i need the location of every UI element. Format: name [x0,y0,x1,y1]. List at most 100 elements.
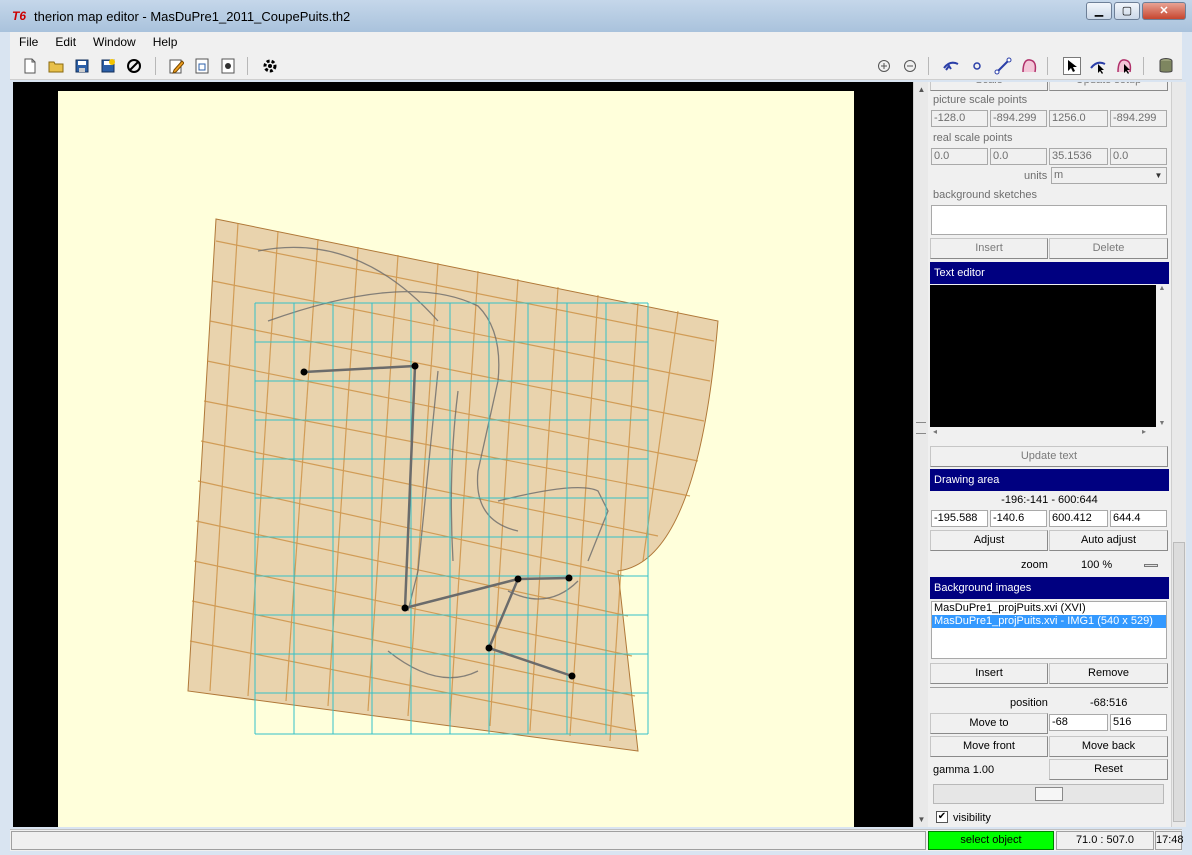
zoom-in-icon[interactable] [875,57,893,75]
therion-logo-icon: T6 [12,9,27,23]
move-to-button[interactable]: Move to [930,713,1048,734]
area-shape-icon[interactable] [1020,57,1038,75]
panel-splitter-grip-icon[interactable] [916,422,926,434]
text-editor-scrollbar[interactable]: ▲ ▼ [1156,285,1168,427]
drawing-area-x1-field[interactable]: -195.588 [931,510,988,527]
picture-scale-y2-field[interactable]: -894.299 [1110,110,1167,127]
coordinates-readout: 71.0 : 507.0 [1056,831,1154,850]
gamma-slider-thumb[interactable] [1035,787,1063,801]
select-arrow-icon[interactable] [1063,57,1081,75]
drawing-area-x2-field[interactable]: 600.412 [1049,510,1108,527]
position-value: -68:516 [1090,697,1128,709]
text-editor-header[interactable]: Text editor [930,262,1169,284]
toolbar [10,52,1182,80]
move-front-button[interactable]: Move front [930,736,1048,757]
drawing-area[interactable] [58,91,854,827]
point-icon[interactable] [968,57,986,75]
update-setup-button[interactable]: Update setup [1049,82,1168,91]
scroll-down-arrow-icon[interactable]: ▼ [1156,420,1168,427]
real-scale-x1-field[interactable]: 0.0 [931,148,988,165]
drawing-area-header[interactable]: Drawing area [930,469,1169,491]
minimize-button[interactable]: ▁ [1086,2,1112,20]
save-as-icon[interactable] [99,57,117,75]
settings-panel: Scale Update setup picture scale points … [928,82,1171,827]
visibility-label: visibility [953,812,991,824]
open-folder-icon[interactable] [47,57,65,75]
select-line-icon[interactable] [1089,57,1107,75]
settings-file-icon[interactable] [219,57,237,75]
picture-scale-y1-field[interactable]: -894.299 [990,110,1047,127]
drawing-area-y2-field[interactable]: 644.4 [1110,510,1167,527]
scale-button[interactable]: Scale [930,82,1048,91]
panel-scrollbar-thumb[interactable] [1173,542,1185,822]
insert-point-icon[interactable] [942,57,960,75]
checkmark-icon: ✔ [937,811,947,822]
menu-edit[interactable]: Edit [46,32,84,52]
panel-scrollbar[interactable] [1171,82,1186,827]
units-value: m [1054,169,1064,181]
picture-scale-x1-field[interactable]: -128.0 [931,110,988,127]
status-bar: select object 71.0 : 507.0 17:48 [10,829,1184,851]
text-editor-hscrollbar[interactable]: ◂ ▸ [930,427,1168,439]
background-image-item-selected[interactable]: MasDuPre1_projPuits.xvi - IMG1 (540 x 52… [932,615,1166,628]
real-scale-y2-field[interactable]: 0.0 [1110,148,1167,165]
drawing-area-range: -196:-141 - 600:644 [1001,494,1098,506]
scroll-up-arrow-icon[interactable]: ▲ [914,82,929,97]
background-images-header[interactable]: Background images [930,577,1169,599]
real-scale-x2-field[interactable]: 35.1536 [1049,148,1108,165]
move-back-button[interactable]: Move back [1049,736,1168,757]
update-text-button[interactable]: Update text [930,446,1168,467]
units-label: units [1024,170,1048,182]
divider [930,687,1168,688]
select-area-icon[interactable] [1115,57,1133,75]
real-scale-y1-field[interactable]: 0.0 [990,148,1047,165]
line-icon[interactable] [994,57,1012,75]
drawing-canvas[interactable] [13,82,913,827]
menu-file[interactable]: File [10,32,46,52]
adjust-button[interactable]: Adjust [930,530,1048,551]
title-bar[interactable]: T6 therion map editor - MasDuPre1_2011_C… [0,0,1192,32]
zoom-out-icon[interactable] [901,57,919,75]
visibility-checkbox[interactable]: ✔ [936,811,948,823]
save-icon[interactable] [73,57,91,75]
gamma-reset-button[interactable]: Reset [1049,759,1168,780]
maximize-button[interactable]: ▢ [1114,2,1140,20]
compile-gear-icon[interactable] [261,57,279,75]
canvas-vertical-scrollbar[interactable]: ▲ ▼ [913,82,928,827]
zoom-menu-indicator-icon[interactable] [1144,564,1158,567]
text-editor-area[interactable] [930,285,1156,427]
new-file-icon[interactable] [21,57,39,75]
units-select[interactable]: m ▼ [1051,167,1167,184]
image-remove-button[interactable]: Remove [1049,663,1168,684]
move-to-x-field[interactable]: -68 [1049,714,1108,731]
background-sketches-list[interactable] [931,205,1167,235]
close-button[interactable]: ✕ [1142,2,1186,20]
background-image-item[interactable]: MasDuPre1_projPuits.xvi (XVI) [932,602,1166,615]
auto-adjust-button[interactable]: Auto adjust [1049,530,1168,551]
scroll-right-arrow-icon[interactable]: ▸ [1142,427,1146,436]
drawing-area-y1-field[interactable]: -140.6 [990,510,1047,527]
chevron-down-icon[interactable]: ▼ [1152,169,1165,182]
area-icon[interactable] [193,57,211,75]
sketch-delete-button[interactable]: Delete [1049,238,1168,259]
window-title: therion map editor - MasDuPre1_2011_Coup… [34,9,351,24]
database-icon[interactable] [1157,57,1175,75]
position-label: position [1010,697,1048,709]
gamma-slider[interactable] [933,784,1164,804]
edit-text-icon[interactable] [167,57,185,75]
sketch-insert-button[interactable]: Insert [930,238,1048,259]
move-to-y-field[interactable]: 516 [1110,714,1167,731]
background-images-list[interactable]: MasDuPre1_projPuits.xvi (XVI) MasDuPre1_… [931,601,1167,659]
close-file-icon[interactable] [125,57,143,75]
scroll-down-arrow-icon[interactable]: ▼ [914,812,929,827]
background-sketch [187,218,719,752]
app-window: T6 therion map editor - MasDuPre1_2011_C… [0,0,1192,855]
menu-window[interactable]: Window [84,32,144,52]
picture-scale-x2-field[interactable]: 1256.0 [1049,110,1108,127]
menu-help[interactable]: Help [144,32,186,52]
zoom-value[interactable]: 100 % [1081,559,1112,571]
time-readout: 17:48 [1155,831,1184,850]
scroll-left-arrow-icon[interactable]: ◂ [933,427,937,436]
image-insert-button[interactable]: Insert [930,663,1048,684]
scroll-up-arrow-icon[interactable]: ▲ [1156,285,1168,292]
